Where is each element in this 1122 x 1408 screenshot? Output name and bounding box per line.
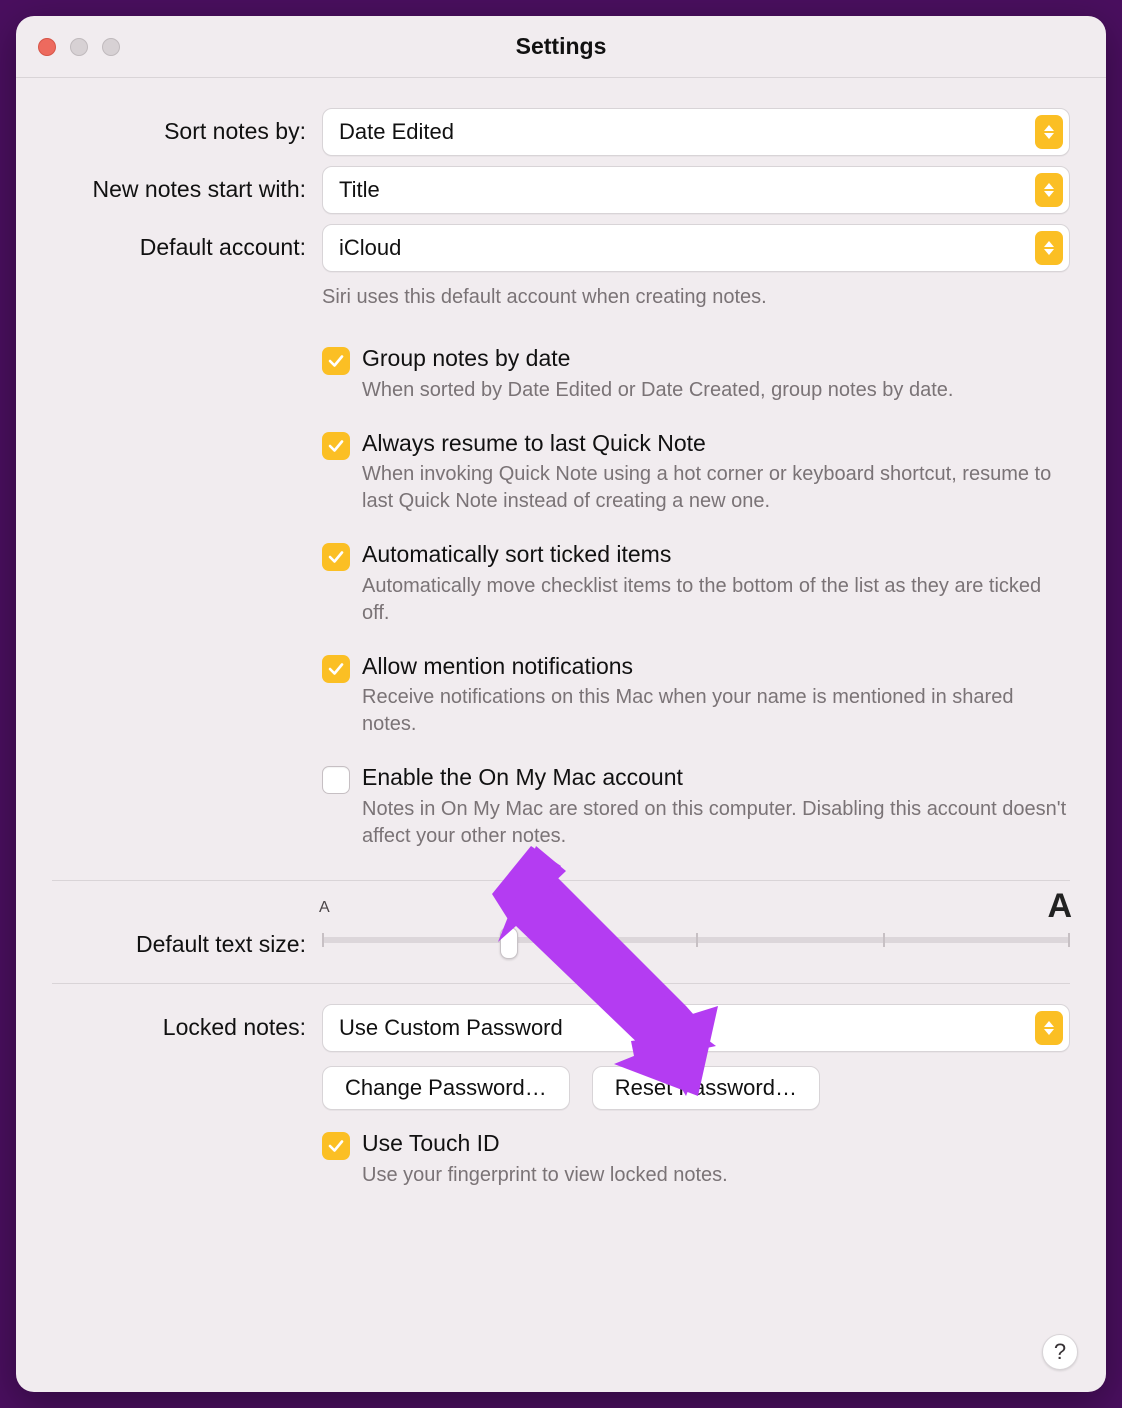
group-by-date-checkbox[interactable] bbox=[322, 347, 350, 375]
mention-notifications-checkbox[interactable] bbox=[322, 655, 350, 683]
touch-id-checkbox[interactable] bbox=[322, 1132, 350, 1160]
checkmark-icon bbox=[327, 352, 345, 370]
resume-quick-note-desc: When invoking Quick Note using a hot cor… bbox=[362, 461, 1070, 515]
slider-tick bbox=[322, 933, 324, 947]
touch-id-label: Use Touch ID bbox=[362, 1130, 728, 1158]
slider-tick bbox=[1068, 933, 1070, 947]
chevrons-icon bbox=[1035, 231, 1063, 265]
new-notes-popup[interactable]: Title bbox=[322, 166, 1070, 214]
default-account-help: Siri uses this default account when crea… bbox=[322, 284, 1070, 311]
settings-window: Settings Sort notes by: Date Edited New … bbox=[16, 16, 1106, 1392]
large-a-icon: A bbox=[1047, 887, 1072, 926]
window-title: Settings bbox=[516, 33, 607, 60]
content-area: Sort notes by: Date Edited New notes sta… bbox=[16, 78, 1106, 1209]
new-notes-label: New notes start with: bbox=[52, 166, 322, 203]
sort-notes-value: Date Edited bbox=[339, 119, 454, 145]
text-size-slider[interactable]: A A bbox=[322, 897, 1070, 959]
locked-notes-value: Use Custom Password bbox=[339, 1015, 563, 1041]
mention-notifications-label: Allow mention notifications bbox=[362, 653, 1070, 681]
chevrons-icon bbox=[1035, 1011, 1063, 1045]
chevrons-icon bbox=[1035, 173, 1063, 207]
checkmark-icon bbox=[327, 548, 345, 566]
window-controls bbox=[38, 38, 120, 56]
auto-sort-ticked-desc: Automatically move checklist items to th… bbox=[362, 573, 1070, 627]
auto-sort-ticked-label: Automatically sort ticked items bbox=[362, 541, 1070, 569]
checkmark-icon bbox=[327, 660, 345, 678]
locked-notes-popup[interactable]: Use Custom Password bbox=[322, 1004, 1070, 1052]
auto-sort-ticked-checkbox[interactable] bbox=[322, 543, 350, 571]
on-my-mac-label: Enable the On My Mac account bbox=[362, 764, 1070, 792]
zoom-window-button[interactable] bbox=[102, 38, 120, 56]
titlebar: Settings bbox=[16, 16, 1106, 78]
on-my-mac-desc: Notes in On My Mac are stored on this co… bbox=[362, 796, 1070, 850]
close-window-button[interactable] bbox=[38, 38, 56, 56]
mention-notifications-desc: Receive notifications on this Mac when y… bbox=[362, 684, 1070, 738]
sort-notes-label: Sort notes by: bbox=[52, 108, 322, 145]
slider-tick bbox=[696, 933, 698, 947]
checkmark-icon bbox=[327, 437, 345, 455]
new-notes-value: Title bbox=[339, 177, 380, 203]
group-by-date-label: Group notes by date bbox=[362, 345, 953, 373]
chevrons-icon bbox=[1035, 115, 1063, 149]
group-by-date-desc: When sorted by Date Edited or Date Creat… bbox=[362, 377, 953, 404]
change-password-button[interactable]: Change Password… bbox=[322, 1066, 570, 1110]
section-divider bbox=[52, 880, 1070, 881]
minimize-window-button[interactable] bbox=[70, 38, 88, 56]
slider-thumb[interactable] bbox=[500, 927, 518, 959]
default-account-popup[interactable]: iCloud bbox=[322, 224, 1070, 272]
locked-notes-label: Locked notes: bbox=[52, 1004, 322, 1041]
on-my-mac-checkbox[interactable] bbox=[322, 766, 350, 794]
small-a-icon: A bbox=[319, 899, 330, 917]
resume-quick-note-label: Always resume to last Quick Note bbox=[362, 430, 1070, 458]
slider-tick bbox=[883, 933, 885, 947]
section-divider bbox=[52, 983, 1070, 984]
default-account-label: Default account: bbox=[52, 224, 322, 261]
default-account-value: iCloud bbox=[339, 235, 401, 261]
resume-quick-note-checkbox[interactable] bbox=[322, 432, 350, 460]
touch-id-desc: Use your fingerprint to view locked note… bbox=[362, 1162, 728, 1189]
text-size-label: Default text size: bbox=[52, 905, 322, 958]
sort-notes-popup[interactable]: Date Edited bbox=[322, 108, 1070, 156]
reset-password-button[interactable]: Reset Password… bbox=[592, 1066, 820, 1110]
checkmark-icon bbox=[327, 1137, 345, 1155]
help-button[interactable]: ? bbox=[1042, 1334, 1078, 1370]
